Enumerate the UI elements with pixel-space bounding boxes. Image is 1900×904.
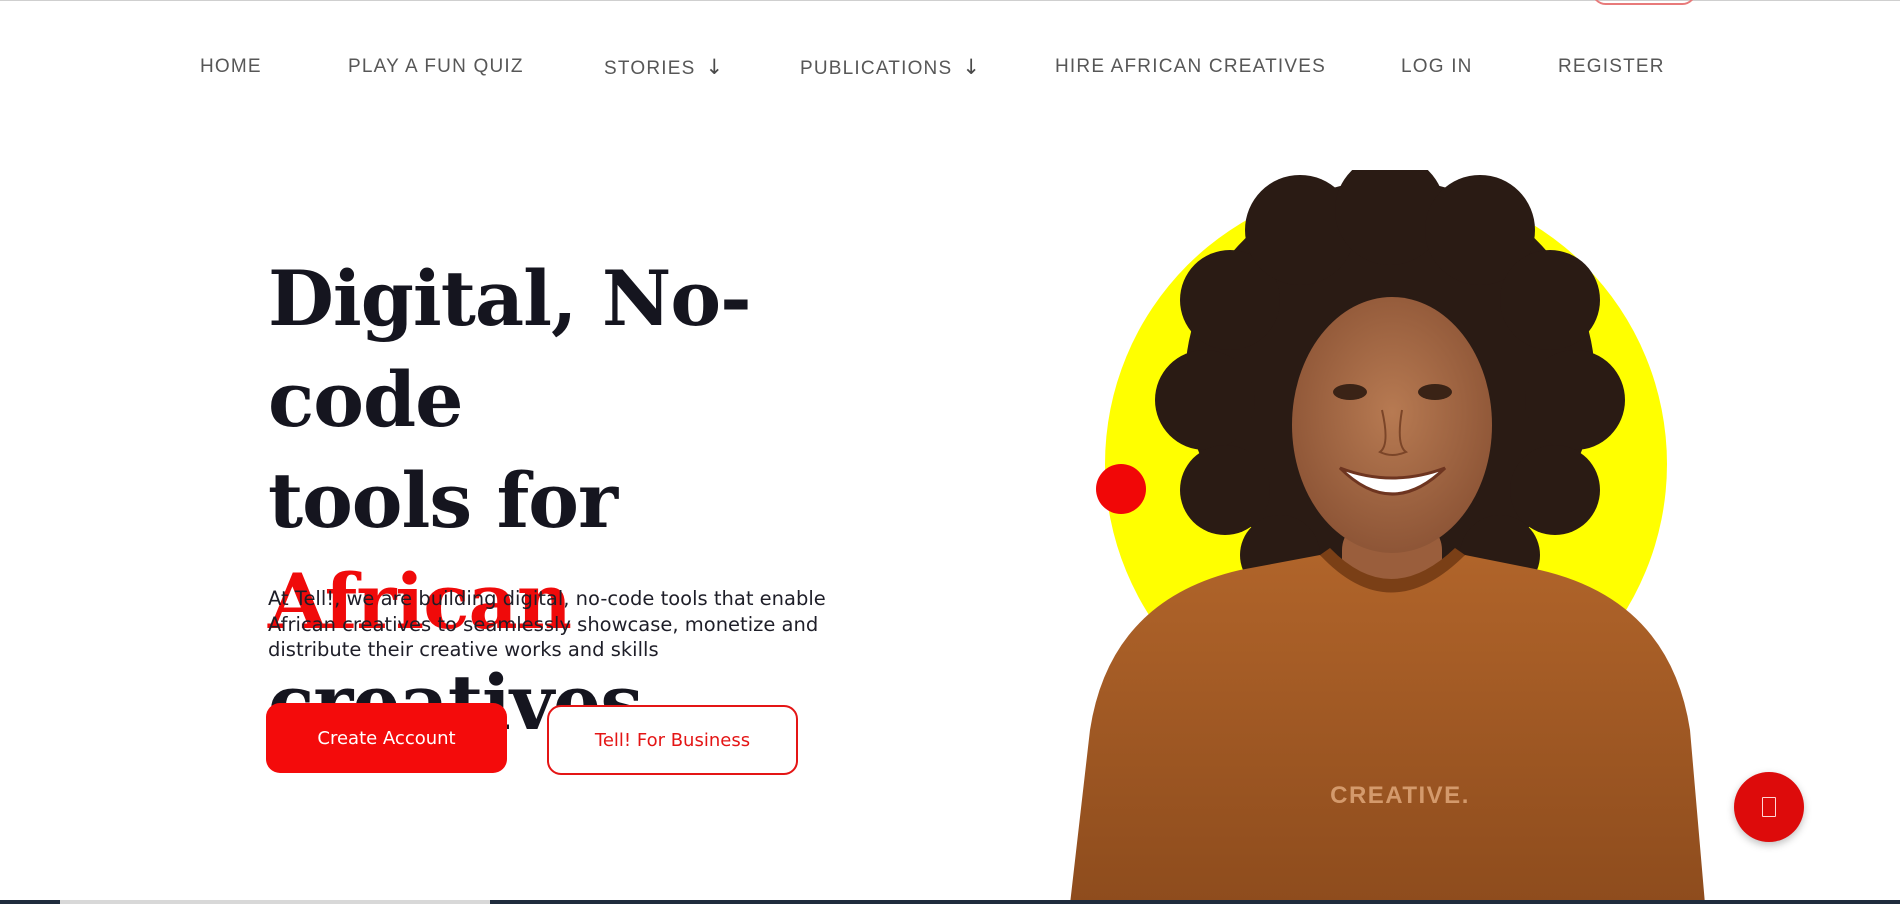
chat-fab-button[interactable] [1734,772,1804,842]
main-navigation: HOME PLAY A FUN QUIZ STORIES ↓ PUBLICATIO… [0,54,1900,84]
hero-description: At Tell!, we are building digital, no-co… [268,587,826,661]
hero-visual: CREATIVE. [1050,170,1750,904]
hero-title: Digital, No-code tools for African creat… [268,248,908,753]
nav-home[interactable]: HOME [200,54,262,80]
nav-play-a-fun-quiz[interactable]: PLAY A FUN QUIZ [348,54,524,80]
create-account-button[interactable]: Create Account [266,703,507,773]
chat-icon [1762,797,1776,817]
tell-for-business-button[interactable]: Tell! For Business [547,705,798,775]
bottom-scroll-strip [0,900,1900,904]
nav-hire-african-creatives[interactable]: HIRE AFRICAN CREATIVES [1055,54,1326,80]
hero-title-line1: Digital, No-code [268,254,752,444]
scroll-indicator [60,900,490,904]
shirt-print-text: CREATIVE. [1330,782,1470,809]
woman-portrait-image: CREATIVE. [1070,170,1705,904]
nav-publications[interactable]: PUBLICATIONS ↓ [800,54,981,82]
nav-register[interactable]: REGISTER [1558,54,1665,80]
top-partial-button[interactable] [1592,0,1696,5]
nav-stories[interactable]: STORIES ↓ [604,54,724,82]
arrow-down-icon: ↓ [705,55,725,79]
hero-title-line2: tools for [268,456,618,545]
arrow-down-icon: ↓ [962,55,982,79]
nav-log-in[interactable]: LOG IN [1401,54,1473,80]
